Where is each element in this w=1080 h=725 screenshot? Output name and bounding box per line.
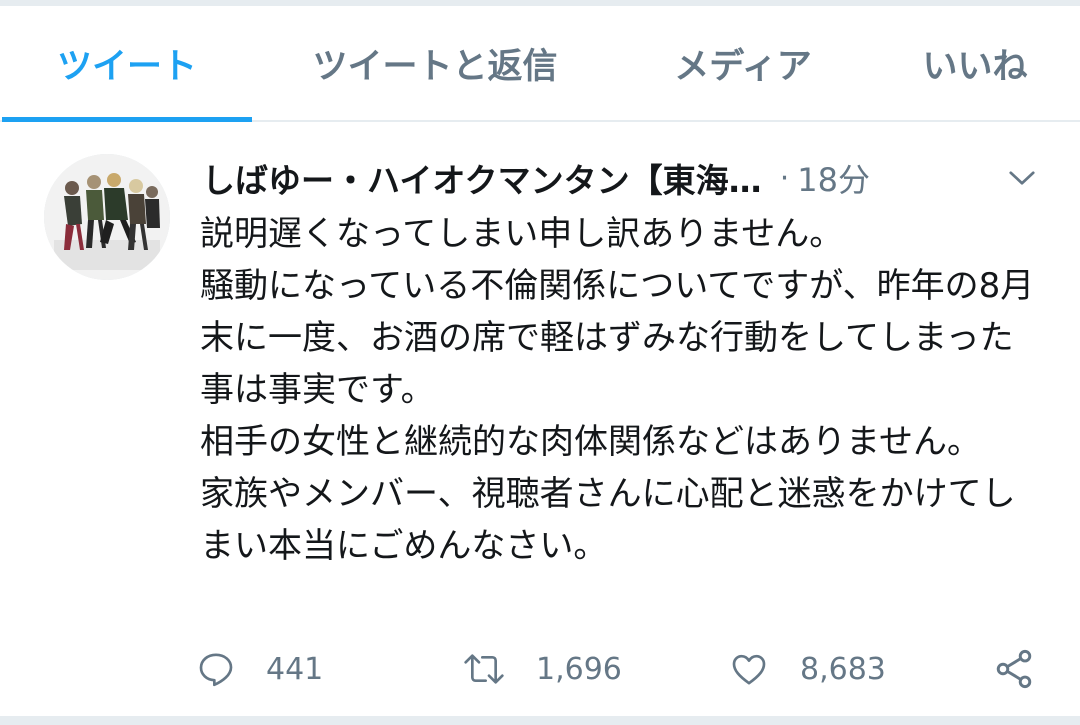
share-button[interactable] [992,634,1036,704]
reply-icon [199,653,233,687]
chevron-down-icon[interactable] [1004,160,1040,196]
tab-media[interactable]: メディア [616,6,870,120]
like-count: 8,683 [800,651,886,687]
retweet-count: 1,696 [536,651,622,687]
tab-tweets-and-replies-label: ツイートと返信 [312,46,558,87]
reply-button[interactable]: 441 [196,634,323,704]
share-icon [996,649,1032,689]
tab-tweets-label: ツイート [56,46,197,87]
tweet-timestamp[interactable]: 18分 [797,155,870,201]
like-button[interactable]: 8,683 [728,634,886,704]
author-name[interactable]: しばゆー・ハイオクマンタン【東海… [202,154,762,202]
tab-tweets[interactable]: ツイート [0,6,254,122]
active-tab-indicator [2,117,252,122]
tweet-actions: 441 1,696 8,683 [0,634,1080,704]
retweet-button[interactable]: 1,696 [462,634,622,704]
retweet-icon [464,654,504,684]
tab-likes-label: いいね [922,46,1028,87]
profile-tab-bar: ツイート ツイートと返信 メディア いいね [0,6,1080,122]
tweet-text: 説明遅くなってしまい申し訳ありません。 騒動になっている不倫関係についてですが、… [200,214,1035,566]
tweet-card[interactable]: しばゆー・ハイオクマンタン【東海… · 18分 説明遅くなってしまい申し訳ありま… [0,124,1080,716]
avatar[interactable] [44,154,170,280]
like-icon [732,654,766,685]
profile-timeline: ツイート ツイートと返信 メディア いいね しばゆー・ハイオクマンタン【東海… … [0,0,1080,725]
reply-count: 441 [266,651,324,687]
tab-likes[interactable]: いいね [870,6,1080,120]
avatar-group-photo [44,154,170,280]
tweet-header: しばゆー・ハイオクマンタン【東海… · 18分 [202,154,1042,202]
bottom-divider [0,716,1080,725]
tab-tweets-and-replies[interactable]: ツイートと返信 [254,6,616,120]
tab-media-label: メディア [674,46,812,87]
header-separator: · [779,160,790,196]
